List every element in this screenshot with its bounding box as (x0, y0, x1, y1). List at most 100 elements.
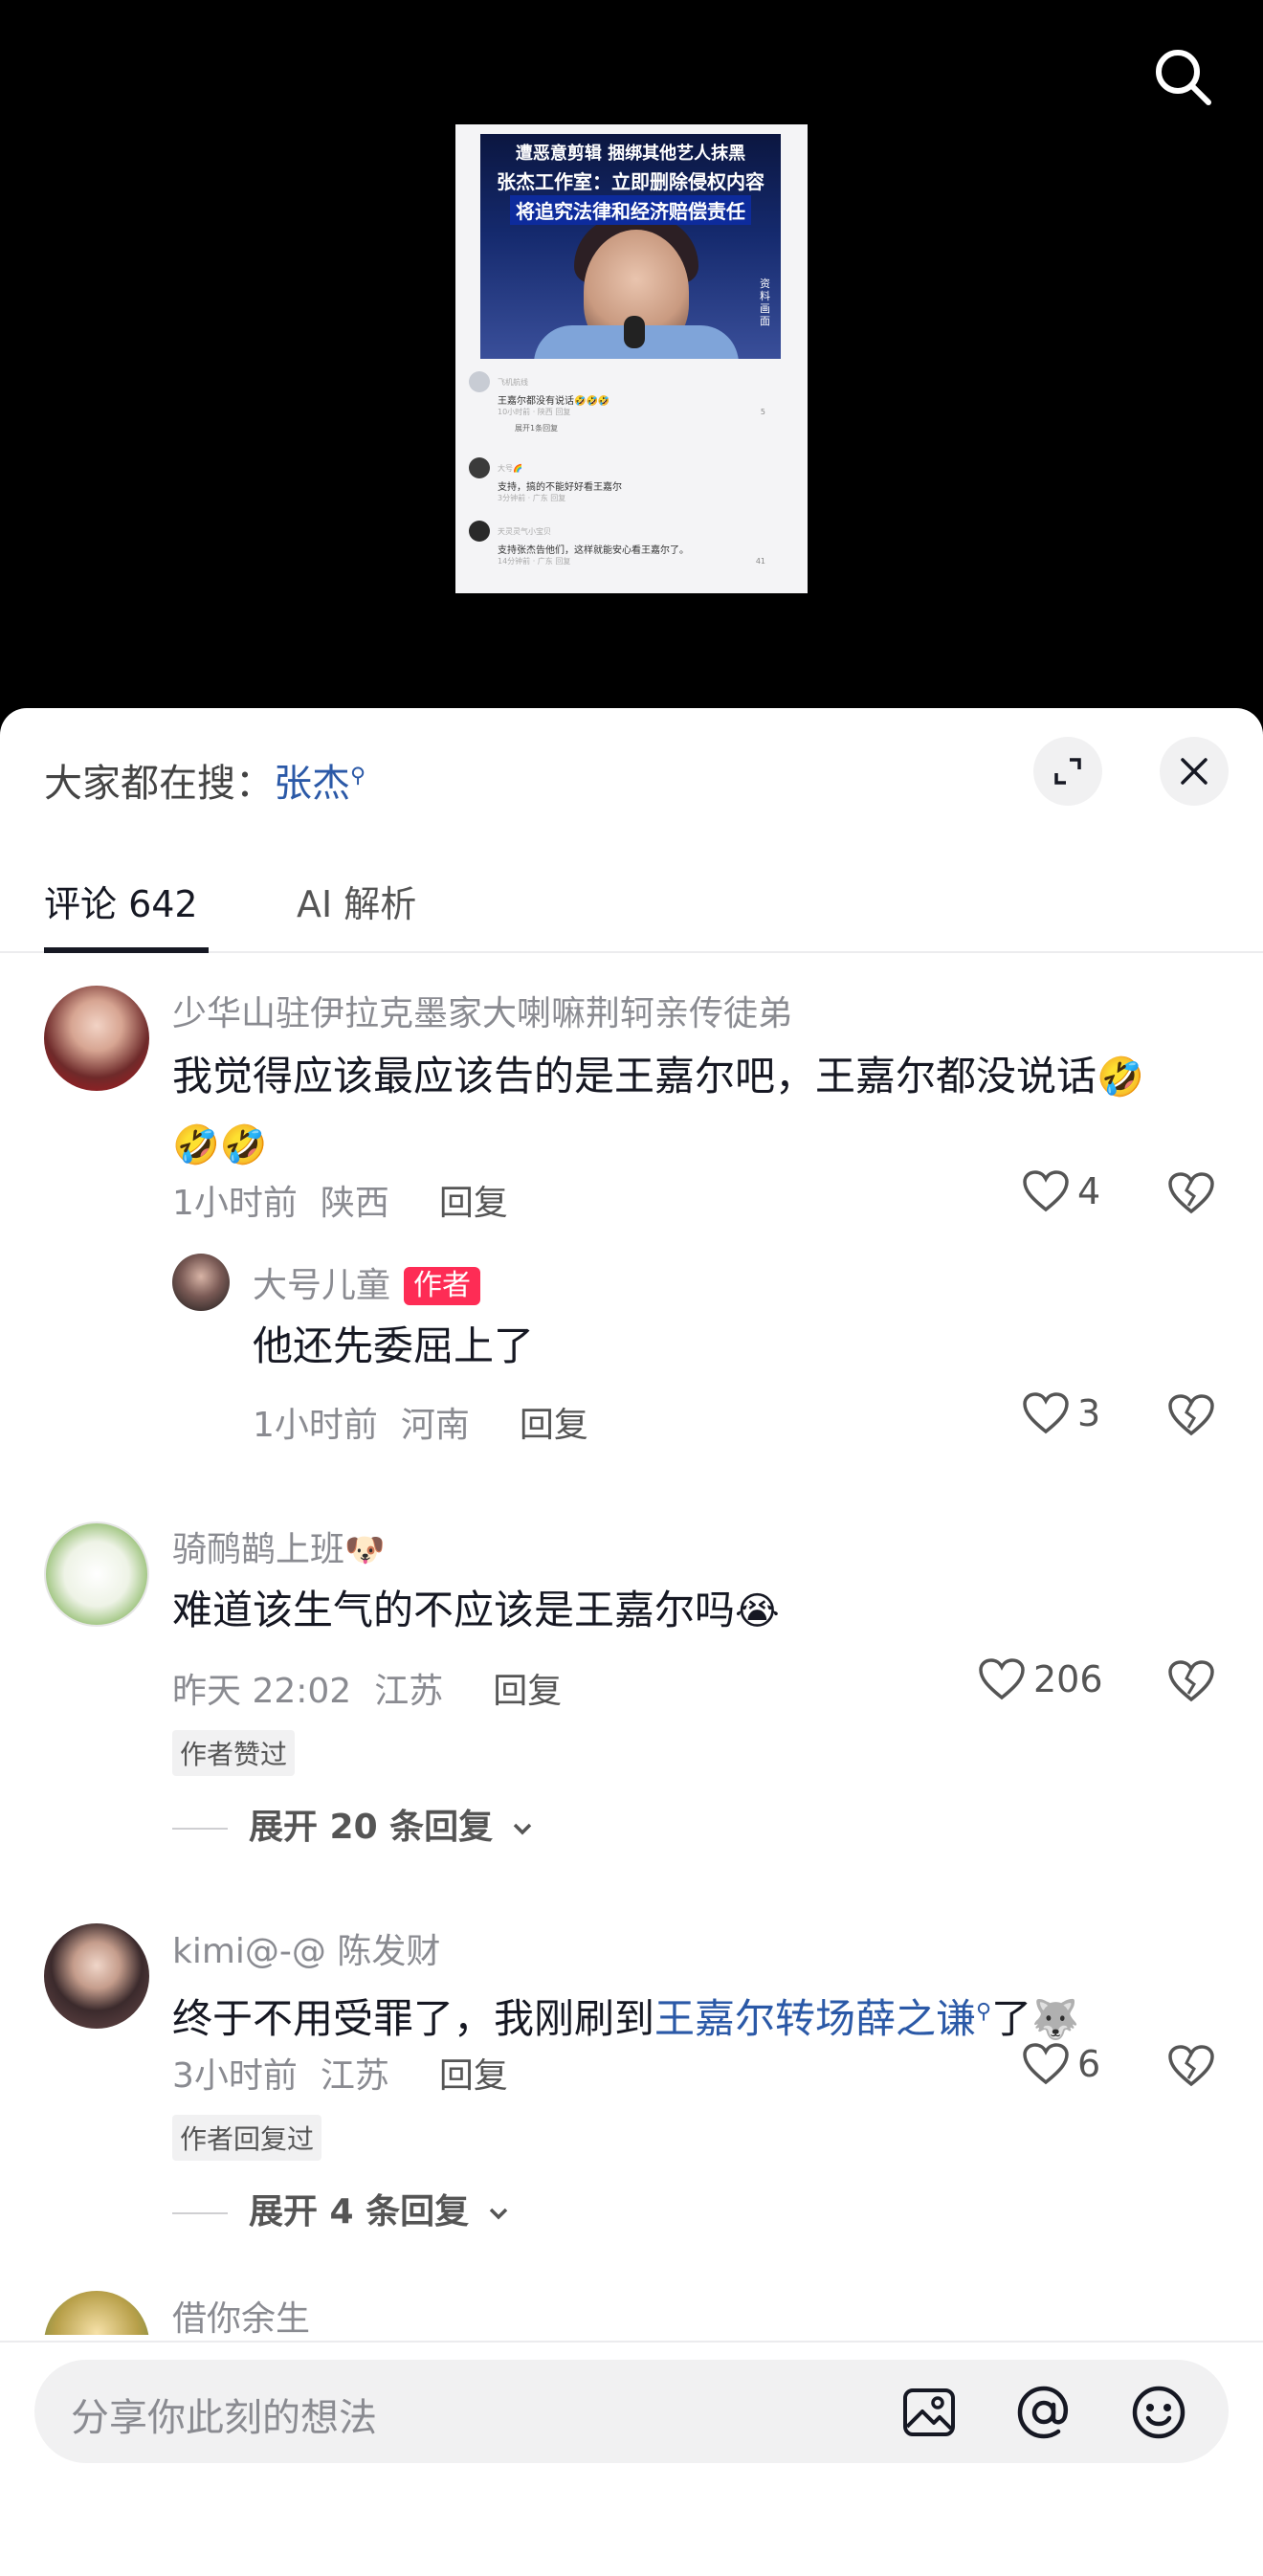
like-button[interactable]: 4 (1022, 1169, 1100, 1213)
mini-user: 飞机航线 (498, 378, 528, 387)
expand-icon (1054, 758, 1081, 785)
tab-comments[interactable]: 评论 642 (44, 875, 198, 927)
comment-username[interactable]: kimi@-@ 陈发财 (172, 1923, 440, 1973)
comment-location: 江苏 (320, 2056, 389, 2096)
small-search-icon: ⚲ (976, 2000, 992, 2024)
mini-avatar (469, 457, 490, 478)
search-suggestion-keyword[interactable]: 张杰 (274, 762, 350, 806)
comment-list[interactable]: 少华山驻伊拉克墨家大喇嘛荆轲亲传徒弟 我觉得应该最应该告的是王嘉尔吧，王嘉尔都没… (0, 966, 1263, 2335)
comment-input-bar: 分享你此刻的想法 (0, 2341, 1263, 2576)
author-liked-tag: 作者赞过 (172, 1730, 296, 1776)
like-count: 4 (1077, 1170, 1101, 1212)
expand-replies-button[interactable]: 展开 20 条回复 (172, 1799, 534, 1849)
like-button[interactable]: 206 (978, 1657, 1103, 1701)
mini-expand: 展开1条回复 (515, 424, 559, 433)
mini-avatar (469, 521, 490, 542)
thumbnail-banner: 遭恶意剪辑 捆绑其他艺人抹黑 张杰工作室：立即删除侵权内容 将追究法律和经济赔偿… (480, 134, 781, 359)
headline-line-1: 遭恶意剪辑 捆绑其他艺人抹黑 (515, 144, 746, 164)
comment-text: 我觉得应该最应该告的是王嘉尔吧，王嘉尔都没说话🤣 🤣🤣 (172, 1043, 1225, 1179)
mini-text: 支持张杰告他们，这样就能安心看王嘉尔了。 (498, 545, 689, 556)
divider (172, 2212, 228, 2214)
comment-input[interactable]: 分享你此刻的想法 (34, 2360, 1229, 2463)
heart-outline-icon (979, 1658, 1025, 1700)
comment-username[interactable]: 借你余生 (172, 2291, 310, 2335)
comment-time: 3小时前 (172, 2056, 298, 2096)
author-badge: 作者 (404, 1267, 481, 1305)
tab-ai-analysis[interactable]: AI 解析 (297, 875, 416, 927)
reply-button[interactable]: 回复 (493, 1672, 562, 1711)
comment-time: 昨天 22:02 (172, 1672, 352, 1711)
image-button[interactable] (899, 2383, 959, 2442)
top-search-button[interactable] (1144, 38, 1221, 115)
avatar[interactable] (44, 1923, 149, 2029)
like-button[interactable]: 6 (1022, 2042, 1100, 2086)
expand-replies-label: 展开 20 条回复 (249, 1808, 494, 1847)
like-count: 206 (1033, 1658, 1103, 1700)
search-icon (1156, 50, 1211, 105)
close-icon (1181, 758, 1208, 785)
image-icon (903, 2388, 955, 2436)
close-button[interactable] (1160, 737, 1229, 806)
divider (172, 1828, 228, 1830)
smiley-icon (1132, 2386, 1185, 2439)
comment-meta: 3小时前 江苏 回复 (172, 2048, 508, 2098)
mini-meta: 10小时前 · 陕西 回复 (498, 408, 571, 416)
comment-text: 终于不用受罪了，我刚刷到王嘉尔转场薛之谦⚲了🐺 (172, 1979, 1079, 2054)
comment-meta: 昨天 22:02 江苏 回复 (172, 1663, 562, 1713)
avatar[interactable] (44, 1521, 149, 1627)
crying-emoji: 😭 (735, 1589, 780, 1633)
active-tab-indicator (44, 947, 209, 953)
mention-button[interactable] (1014, 2383, 1074, 2442)
emoji-button[interactable] (1129, 2383, 1188, 2442)
search-suggestion[interactable]: 大家都在搜：张杰⚲ (44, 752, 366, 808)
reply-avatar[interactable] (172, 1254, 230, 1311)
chevron-down-icon (513, 1823, 531, 1835)
reply-button[interactable]: 回复 (439, 2056, 508, 2096)
comment-meta: 1小时前 陕西 回复 (172, 1175, 508, 1225)
reply-button[interactable]: 回复 (520, 1406, 588, 1445)
reply-text: 他还先委屈上了 (253, 1322, 535, 1369)
mini-avatar (469, 371, 490, 392)
dislike-button[interactable] (1167, 2044, 1215, 2092)
dislike-button[interactable] (1167, 1393, 1215, 1441)
avatar[interactable] (44, 2291, 149, 2335)
reply-time: 1小时前 (253, 1406, 378, 1445)
dislike-button[interactable] (1167, 1659, 1215, 1707)
like-count: 3 (1077, 1392, 1101, 1434)
expand-button[interactable] (1033, 737, 1102, 806)
reply-username[interactable]: 大号儿童 (253, 1266, 390, 1305)
at-icon (1017, 2386, 1069, 2439)
comment-username[interactable]: 少华山驻伊拉克墨家大喇嘛荆轲亲传徒弟 (172, 986, 792, 1035)
comment-sheet: 大家都在搜：张杰⚲ 评论 642 AI 解析 少华山驻伊拉克墨家大喇嘛荆轲亲传徒… (0, 708, 1263, 2576)
search-suggestion-prefix: 大家都在搜： (44, 762, 274, 806)
comment-text-body: 难道该生气的不应该是王嘉尔吗 (172, 1587, 736, 1633)
small-search-icon: ⚲ (350, 764, 366, 788)
author-replied-tag: 作者回复过 (172, 2115, 322, 2161)
comment-text: 难道该生气的不应该是王嘉尔吗😭 (172, 1577, 780, 1645)
expand-replies-button[interactable]: 展开 4 条回复 (172, 2184, 510, 2233)
mini-comment: 大号🌈 支持，搞的不能好好看王嘉尔 3分钟前 · 广东 回复 (469, 457, 794, 503)
mini-text: 王嘉尔都没有说话🤣🤣🤣 (498, 396, 610, 407)
avatar[interactable] (44, 986, 149, 1091)
video-thumbnail[interactable]: 遭恶意剪辑 捆绑其他艺人抹黑 张杰工作室：立即删除侵权内容 将追究法律和经济赔偿… (455, 124, 808, 593)
reply-username-row: 大号儿童 作者 (253, 1257, 481, 1307)
like-button[interactable]: 3 (1022, 1391, 1100, 1435)
mini-user: 大号🌈 (498, 464, 522, 473)
comment-tabs: 评论 642 AI 解析 (0, 852, 1263, 953)
mini-comment: 飞机航线 王嘉尔都没有说话🤣🤣🤣 10小时前 · 陕西 回复 5 (469, 371, 794, 417)
video-area: 遭恶意剪辑 捆绑其他艺人抹黑 张杰工作室：立即删除侵权内容 将追究法律和经济赔偿… (0, 0, 1263, 727)
heart-outline-icon (1023, 1170, 1069, 1212)
comment-username-row: 骑鸸鹋上班🐶 (172, 1521, 385, 1571)
comment-input-placeholder: 分享你此刻的想法 (71, 2396, 377, 2440)
search-link[interactable]: 王嘉尔转场薛之谦 (654, 1995, 976, 2042)
like-count: 6 (1077, 2043, 1101, 2085)
comment-username[interactable]: 骑鸸鹋上班 (172, 1530, 344, 1569)
comment-location: 陕西 (320, 1184, 389, 1223)
reply-button[interactable]: 回复 (439, 1184, 508, 1223)
headline-line-2: 张杰工作室：立即删除侵权内容 (497, 170, 764, 193)
mini-likes: 41 (755, 557, 765, 566)
mini-comment: 天灵灵气小宝贝 支持张杰告他们，这样就能安心看王嘉尔了。 14分钟前 · 广东 … (469, 521, 794, 566)
headline-line-3: 将追究法律和经济赔偿责任 (510, 195, 751, 225)
mini-user: 天灵灵气小宝贝 (498, 527, 551, 536)
dislike-button[interactable] (1167, 1171, 1215, 1219)
